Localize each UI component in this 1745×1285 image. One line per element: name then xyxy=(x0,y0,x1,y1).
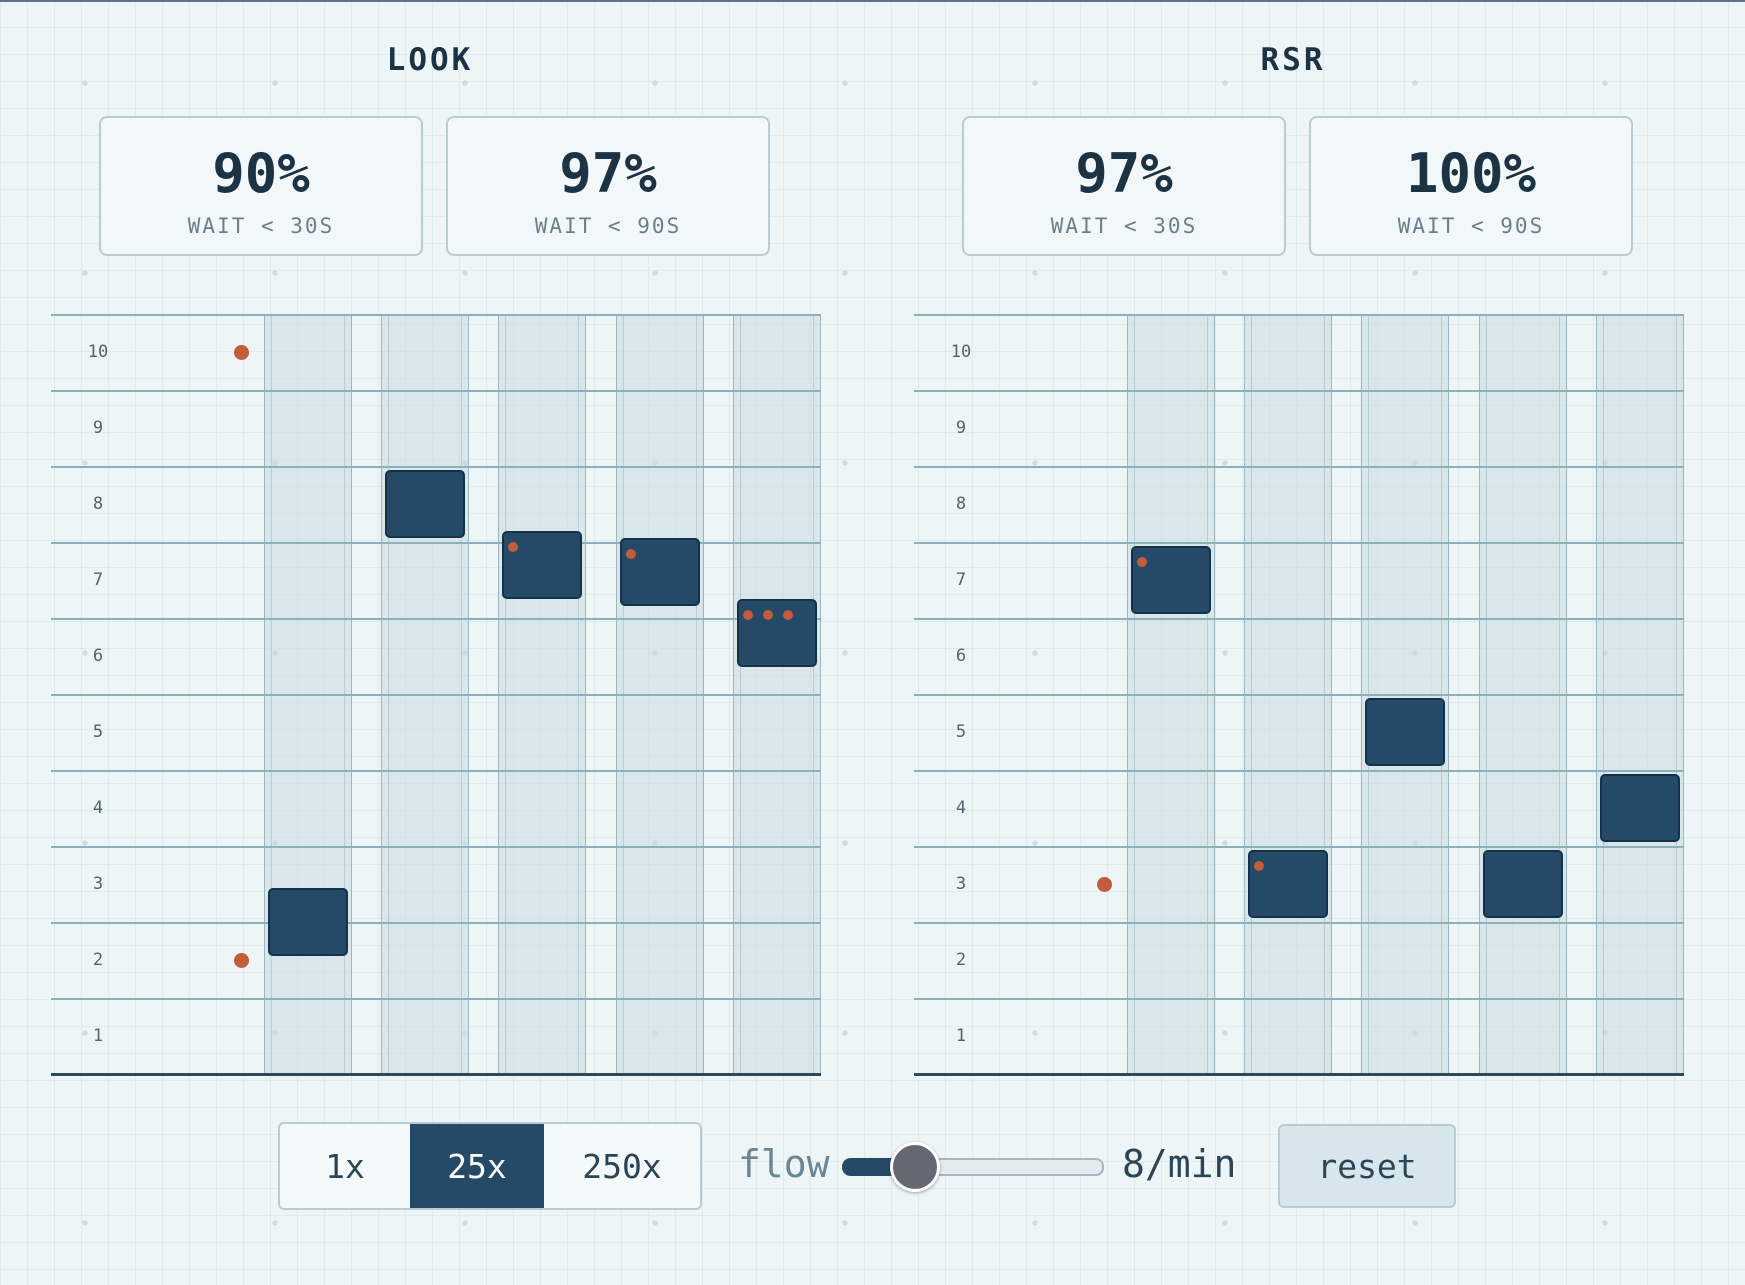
floor-line xyxy=(51,770,821,772)
floor-label: 8 xyxy=(955,494,967,514)
waiting-passenger-dot xyxy=(234,953,249,968)
elevator-car-3 xyxy=(1365,698,1445,766)
reset-button[interactable]: reset xyxy=(1278,1124,1456,1208)
passenger-dot xyxy=(1254,861,1264,871)
floor-label: 6 xyxy=(955,646,967,666)
floor-label: 4 xyxy=(955,798,967,818)
look-panel: LOOK 90% WAIT < 30S 97% WAIT < 90S 10 9 8 7… xyxy=(0,0,860,1100)
floor-label: 9 xyxy=(92,418,104,438)
floor-label: 10 xyxy=(87,342,109,362)
floor-label: 2 xyxy=(955,950,967,970)
speed-selector: 1x 25x 250x xyxy=(278,1122,702,1210)
flow-label: flow xyxy=(738,1142,830,1186)
elevator-car-5 xyxy=(737,599,817,668)
rsr-panel: RSR 97% WAIT < 30S 100% WAIT < 90S 10 9 8 7… xyxy=(863,0,1723,1100)
slider-handle[interactable] xyxy=(889,1142,940,1192)
floor-line xyxy=(51,846,821,848)
ground-line xyxy=(914,1073,1684,1076)
floor-label: 3 xyxy=(955,874,967,894)
floor-label: 1 xyxy=(92,1026,104,1046)
passenger-dot xyxy=(508,541,518,552)
flow-rate-value: 8/min xyxy=(1122,1142,1237,1186)
stat-label: WAIT < 90S xyxy=(1397,214,1545,238)
elevator-car-2 xyxy=(385,470,465,538)
passenger-dot xyxy=(626,549,636,560)
floor-line xyxy=(914,998,1684,1000)
stat-value: 100% xyxy=(1405,142,1537,205)
floor-line xyxy=(914,618,1684,620)
stat-card-wait-30s: 97% WAIT < 30S xyxy=(962,116,1286,256)
elevator-car-1 xyxy=(268,888,348,956)
floor-line xyxy=(51,390,821,392)
stat-value: 97% xyxy=(1075,142,1173,205)
stat-card-wait-90s: 97% WAIT < 90S xyxy=(446,116,770,256)
passenger-dot xyxy=(783,610,793,621)
stat-label: WAIT < 30S xyxy=(1050,214,1198,238)
elevator-car-1 xyxy=(1131,546,1211,614)
floor-line xyxy=(914,466,1684,468)
speed-1x-button[interactable]: 1x xyxy=(280,1124,410,1208)
floor-label: 2 xyxy=(92,950,104,970)
waiting-passenger-dot xyxy=(1097,877,1112,892)
stat-value: 90% xyxy=(212,142,310,205)
floor-label: 7 xyxy=(955,570,967,590)
floor-label: 7 xyxy=(92,570,104,590)
floor-label: 6 xyxy=(92,646,104,666)
floor-line xyxy=(51,466,821,468)
floor-line xyxy=(51,618,821,620)
elevator-car-3 xyxy=(502,530,582,599)
floor-line xyxy=(914,770,1684,772)
stat-value: 97% xyxy=(559,142,657,205)
waiting-passenger-dot xyxy=(234,345,249,360)
floor-label: 10 xyxy=(950,342,972,362)
floor-label: 1 xyxy=(955,1026,967,1046)
stat-card-wait-30s: 90% WAIT < 30S xyxy=(99,116,423,256)
panel-title: RSR xyxy=(1260,42,1326,78)
elevator-car-4 xyxy=(1483,850,1563,918)
speed-25x-button[interactable]: 25x xyxy=(410,1124,544,1208)
elevator-car-5 xyxy=(1600,774,1680,842)
floor-line xyxy=(914,542,1684,544)
speed-250x-button[interactable]: 250x xyxy=(544,1124,700,1208)
flow-slider[interactable] xyxy=(842,1142,1104,1192)
ground-line xyxy=(51,1073,821,1076)
stat-label: WAIT < 30S xyxy=(187,214,335,238)
floor-label: 3 xyxy=(92,874,104,894)
floor-label: 5 xyxy=(955,722,967,742)
panel-title: LOOK xyxy=(386,42,474,78)
passenger-dot xyxy=(1137,557,1147,567)
floor-line xyxy=(51,542,821,544)
elevator-car-2 xyxy=(1248,850,1328,918)
floor-line xyxy=(51,922,821,924)
floor-line xyxy=(51,998,821,1000)
floor-line xyxy=(914,390,1684,392)
floor-label: 9 xyxy=(955,418,967,438)
stat-label: WAIT < 90S xyxy=(534,214,682,238)
stat-card-wait-90s: 100% WAIT < 90S xyxy=(1309,116,1633,256)
floor-line xyxy=(51,314,821,316)
floor-line xyxy=(914,694,1684,696)
elevator-car-4 xyxy=(620,538,700,607)
floor-line xyxy=(51,694,821,696)
passenger-dot xyxy=(763,610,773,621)
floor-label: 8 xyxy=(92,494,104,514)
floor-label: 5 xyxy=(92,722,104,742)
passenger-dot xyxy=(743,610,753,621)
floor-line xyxy=(914,846,1684,848)
floor-label: 4 xyxy=(92,798,104,818)
floor-line xyxy=(914,314,1684,316)
floor-line xyxy=(914,922,1684,924)
